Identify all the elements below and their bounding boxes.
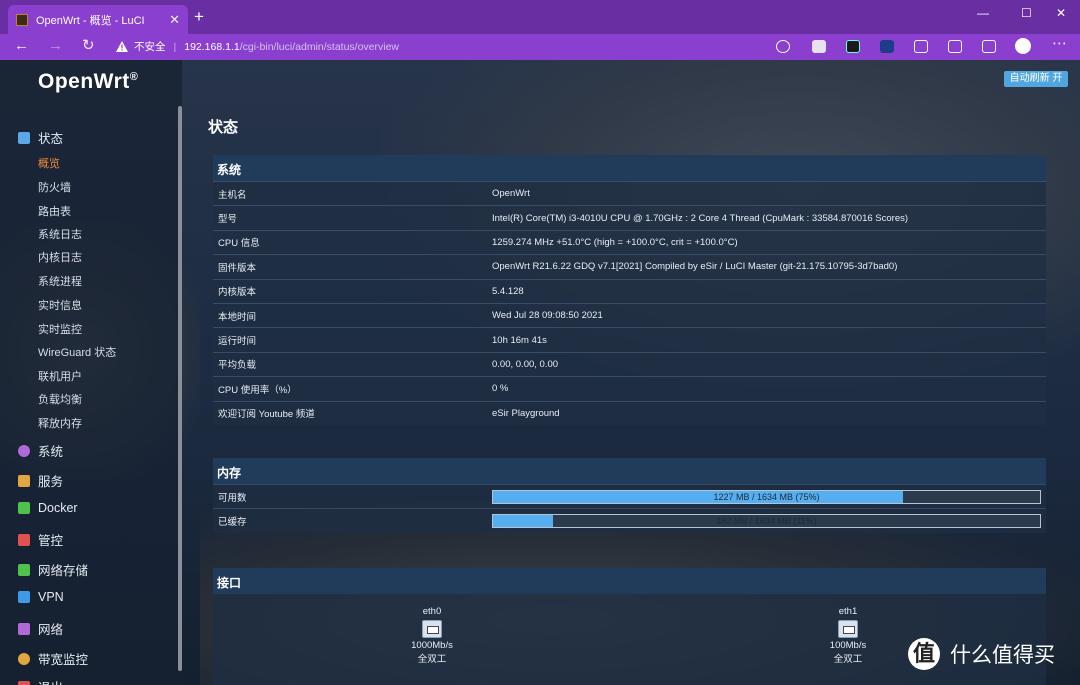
sidebar-item-firewall[interactable]: 防火墙	[38, 179, 71, 195]
menu-control[interactable]: 管控	[18, 530, 63, 549]
menu-nas[interactable]: 网络存储	[18, 560, 88, 579]
menu-network[interactable]: 网络	[18, 619, 63, 638]
sidebar-item-realtime-info[interactable]: 实时信息	[38, 297, 82, 313]
tab-title: OpenWrt - 概览 - LuCI	[36, 14, 145, 27]
watermark-logo-icon: 值	[908, 638, 940, 670]
table-row: 主机名 OpenWrt	[213, 181, 1046, 205]
table-row: 可用数 1227 MB / 1634 MB (75%)	[213, 484, 1046, 508]
url-separator: |	[173, 40, 177, 53]
url-path: /cgi-bin/luci/admin/status/overview	[239, 40, 400, 53]
extensions-icon[interactable]	[914, 40, 928, 53]
interface-eth1: eth1 100Mb/s 全双工	[829, 606, 867, 665]
network-icon	[18, 622, 30, 635]
memory-section: 内存 可用数 1227 MB / 1634 MB (75%) 已缓存 182 M…	[213, 458, 1046, 533]
menu-system[interactable]: 系统	[18, 441, 63, 460]
openwrt-logo[interactable]: OpenWrt®	[0, 60, 182, 106]
table-row: 已缓存 182 MB / 1634 MB (11%)	[213, 508, 1046, 532]
table-row: 平均负载 0.00, 0.00, 0.00	[213, 351, 1046, 376]
browser-tab[interactable]: OpenWrt - 概览 - LuCI ✕	[8, 5, 188, 34]
insecure-label: 不安全	[134, 41, 166, 53]
home-icon	[18, 131, 30, 144]
openwrt-favicon-icon	[16, 13, 28, 26]
warning-icon	[116, 41, 128, 52]
collections-icon[interactable]	[982, 40, 996, 53]
sidebar-item-syslog[interactable]: 系统日志	[38, 226, 82, 242]
luci-page: OpenWrt® 状态 概览 防火墙 路由表 系统日志 内核日志 系统进程 实时…	[0, 60, 1080, 685]
sidebar-item-overview[interactable]: 概览	[38, 155, 60, 171]
sidebar-item-realtime-monitor[interactable]: 实时监控	[38, 321, 82, 337]
close-window-button[interactable]: ✕	[1056, 6, 1066, 20]
table-row: CPU 使用率（%） 0 %	[213, 376, 1046, 400]
browser-titlebar: OpenWrt - 概览 - LuCI ✕ + — ☐ ✕	[0, 0, 1080, 34]
new-tab-button[interactable]: +	[194, 8, 204, 26]
ethernet-port-icon	[838, 620, 858, 638]
forward-icon[interactable]: →	[48, 38, 63, 54]
control-icon	[18, 533, 30, 546]
system-section: 系统 主机名 OpenWrt 型号 Intel(R) Core(TM) i3-401…	[213, 155, 1046, 425]
favorite-star-icon[interactable]	[776, 40, 790, 53]
sidebar-item-wireguard[interactable]: WireGuard 状态	[38, 344, 116, 360]
reload-icon[interactable]: ↻	[82, 38, 95, 54]
more-menu-icon[interactable]: ⋯	[1052, 36, 1067, 52]
services-icon	[18, 474, 30, 487]
memory-cached-bar: 182 MB / 1634 MB (11%)	[492, 514, 1041, 529]
sidebar-item-online-users[interactable]: 联机用户	[38, 368, 82, 384]
ethernet-port-icon	[422, 620, 442, 638]
table-row: 型号 Intel(R) Core(TM) i3-4010U CPU @ 1.70G…	[213, 205, 1046, 229]
table-row: 运行时间 10h 16m 41s	[213, 327, 1046, 351]
table-row: 本地时间 Wed Jul 28 09:08:50 2021	[213, 302, 1046, 327]
docker-icon	[18, 502, 30, 514]
vpn-icon	[18, 591, 30, 603]
menu-services[interactable]: 服务	[18, 471, 63, 490]
menu-vpn[interactable]: VPN	[18, 590, 64, 604]
system-heading: 系统	[213, 155, 1046, 181]
menu-docker[interactable]: Docker	[18, 501, 78, 515]
bandwidth-icon	[18, 652, 30, 665]
reading-view-icon[interactable]	[812, 40, 826, 53]
url-host: 192.168.1.1	[184, 40, 240, 53]
interfaces-heading: 接口	[213, 568, 1046, 594]
table-row: 欢迎订阅 Youtube 频道 eSir Playground	[213, 400, 1046, 425]
sidebar-item-load-balance[interactable]: 负载均衡	[38, 391, 82, 407]
address-bar[interactable]: 不安全 | 192.168.1.1/cgi-bin/luci/admin/sta…	[110, 35, 800, 58]
memory-available-bar: 1227 MB / 1634 MB (75%)	[492, 489, 1041, 504]
favorites-icon[interactable]	[948, 40, 962, 53]
sidebar-item-routes[interactable]: 路由表	[38, 203, 71, 219]
back-icon[interactable]: ←	[14, 38, 29, 54]
sidebar-item-kernel-log[interactable]: 内核日志	[38, 249, 82, 265]
menu-logout[interactable]: 退出	[18, 677, 63, 685]
page-title: 状态	[208, 119, 239, 136]
auto-refresh-button[interactable]: 自动刷新 开	[1004, 71, 1068, 87]
tab-close-icon[interactable]: ✕	[169, 12, 180, 28]
table-row: 固件版本 OpenWrt R21.6.22 GDQ v7.1[2021] Comp…	[213, 254, 1046, 278]
profile-avatar[interactable]	[1015, 38, 1031, 54]
menu-bandwidth[interactable]: 带宽监控	[18, 649, 88, 668]
smzdm-watermark: 值 什么值得买	[908, 638, 1055, 670]
interface-eth0: eth0 1000Mb/s 全双工	[411, 606, 453, 665]
maximize-button[interactable]: ☐	[1021, 6, 1032, 20]
shield-extension-icon[interactable]	[880, 40, 894, 53]
sidebar-scrollbar[interactable]	[178, 106, 182, 671]
gear-icon	[18, 444, 30, 457]
browser-toolbar: ← → ↻ 不安全 | 192.168.1.1/cgi-bin/luci/adm…	[0, 34, 1080, 60]
memory-heading: 内存	[213, 458, 1046, 484]
storage-icon	[18, 563, 30, 576]
tiktok-extension-icon[interactable]	[846, 40, 860, 53]
sidebar-item-processes[interactable]: 系统进程	[38, 273, 82, 289]
minimize-button[interactable]: —	[977, 6, 989, 20]
sidebar: OpenWrt® 状态 概览 防火墙 路由表 系统日志 内核日志 系统进程 实时…	[0, 60, 182, 685]
table-row: 内核版本 5.4.128	[213, 278, 1046, 303]
sidebar-item-free-memory[interactable]: 释放内存	[38, 415, 82, 431]
logout-icon	[18, 680, 30, 685]
menu-status[interactable]: 状态	[18, 128, 63, 147]
table-row: CPU 信息 1259.274 MHz +51.0°C (high = +100.…	[213, 229, 1046, 254]
